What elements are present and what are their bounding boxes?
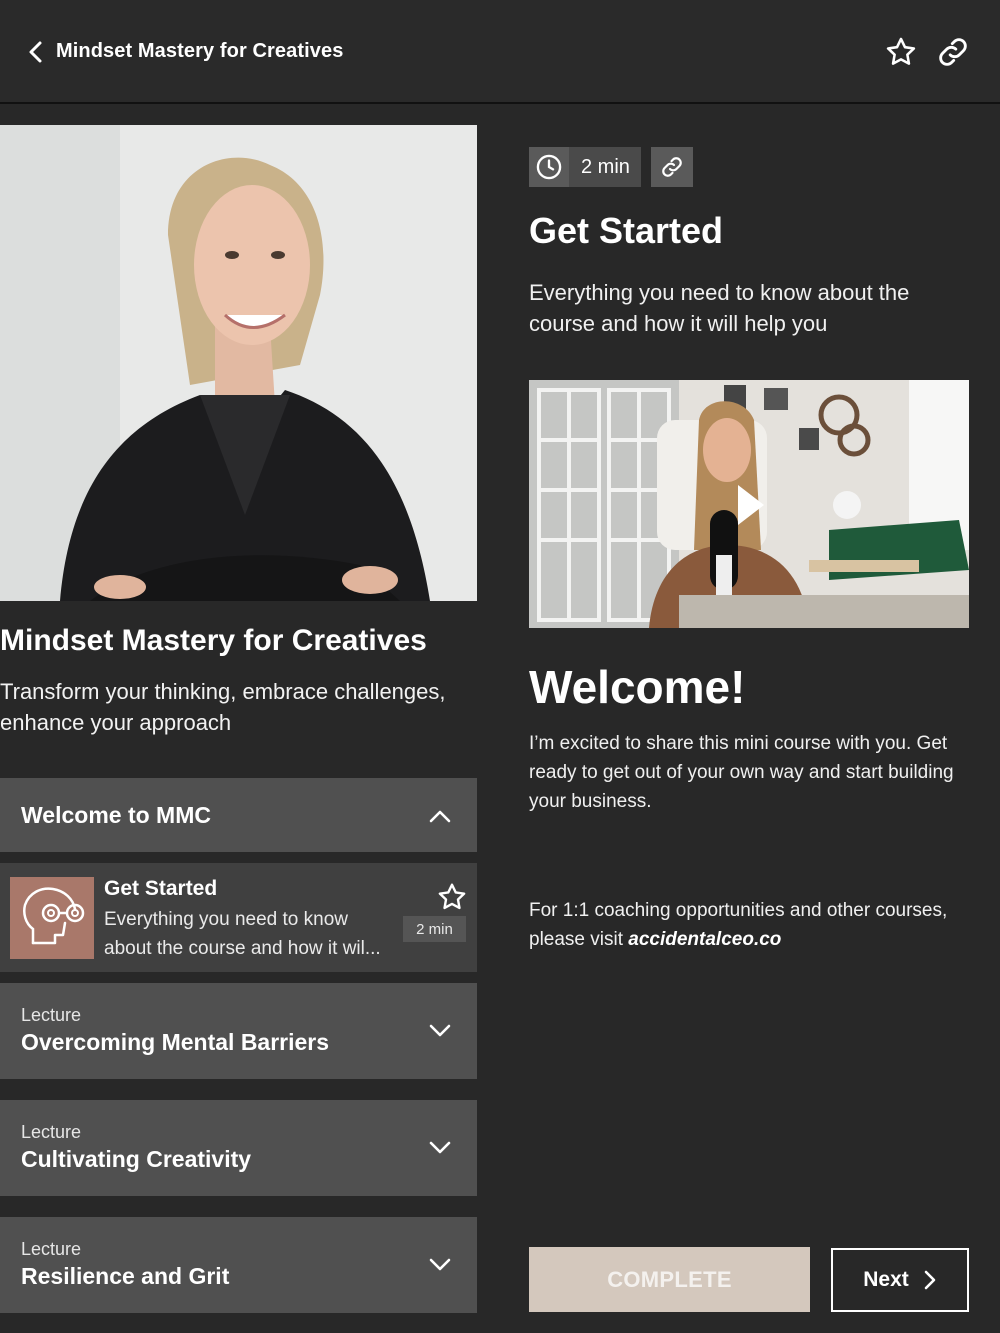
course-cover-image [0,125,477,601]
complete-button[interactable]: COMPLETE [529,1247,810,1312]
course-title: Mindset Mastery for Creatives [0,624,427,657]
lesson-duration-text: 2 min [581,155,630,178]
clock-icon [529,147,569,187]
next-button[interactable]: Next [831,1248,969,1312]
welcome-heading: Welcome! [529,661,746,713]
lecture-name: Overcoming Mental Barriers [21,1029,330,1055]
chevron-up-icon [429,810,451,823]
lesson-item-get-started[interactable]: Get Started Everything you need to know … [0,863,477,972]
lecture-kind-label: Lecture [21,1239,82,1259]
lesson-duration-badge: 2 min [403,916,466,942]
chevron-right-icon [924,1270,936,1290]
lesson-favorite-star-icon[interactable] [436,881,468,913]
lecture-name: Resilience and Grit [21,1263,230,1289]
section-welcome-header[interactable]: Welcome to MMC [0,778,477,852]
lecture-name: Cultivating Creativity [21,1146,252,1172]
next-button-label: Next [863,1268,909,1291]
head-binoculars-icon [23,887,85,945]
lesson-description: Everything you need to know about the co… [104,909,381,959]
back-chevron-icon[interactable] [22,38,48,66]
lesson-title: Get Started [104,877,218,900]
chevron-down-icon [429,1141,451,1154]
chevron-down-icon [429,1024,451,1037]
share-link-icon[interactable] [936,35,970,69]
coaching-note: For 1:1 coaching opportunities and other… [529,896,979,954]
lecture-kind-label: Lecture [21,1005,82,1025]
lesson-summary: Everything you need to know about the co… [529,280,910,336]
section-title: Welcome to MMC [21,802,211,828]
video-player[interactable] [529,380,969,628]
lecture-item-resilience-and-grit[interactable]: Lecture Resilience and Grit [0,1217,477,1313]
copy-link-icon[interactable] [651,147,693,187]
top-bar: Mindset Mastery for Creatives [0,0,1000,104]
lecture-kind-label: Lecture [21,1122,82,1142]
lesson-heading: Get Started [529,210,724,251]
lecture-item-cultivating-creativity[interactable]: Lecture Cultivating Creativity [0,1100,477,1196]
lecture-item-overcoming-mental-barriers[interactable]: Lecture Overcoming Mental Barriers [0,983,477,1079]
lesson-duration-chip: 2 min [529,147,641,187]
coaching-site-link[interactable]: accidentalceo.co [628,929,781,950]
favorite-star-icon[interactable] [884,35,918,69]
lesson-thumbnail [10,877,94,959]
chevron-down-icon [429,1258,451,1271]
page-title: Mindset Mastery for Creatives [56,40,344,62]
course-subtitle: Transform your thinking, embrace challen… [0,679,446,735]
welcome-body: I’m excited to share this mini course wi… [529,733,954,812]
